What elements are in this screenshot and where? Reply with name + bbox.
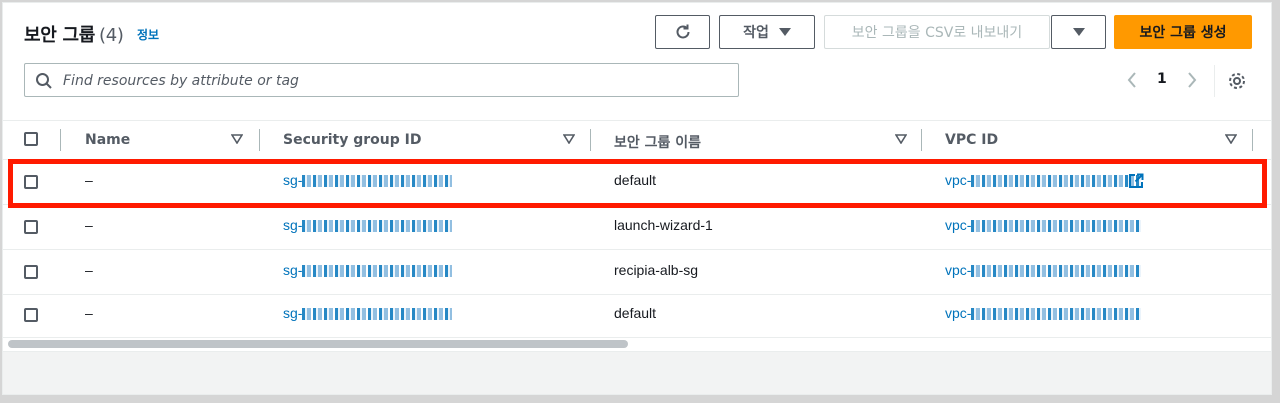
column-header-sg-name[interactable]: 보안 그룹 이름 — [614, 132, 701, 152]
redacted-id — [302, 220, 453, 233]
sort-icon[interactable] — [231, 134, 243, 144]
export-dropdown-button[interactable] — [1051, 15, 1106, 49]
sort-icon[interactable] — [563, 134, 575, 144]
column-header-name[interactable]: Name — [85, 132, 130, 148]
actions-label: 작업 — [743, 25, 769, 41]
vpc-id-prefix: vpc- — [945, 305, 972, 321]
row-checkbox[interactable] — [24, 308, 38, 322]
redacted-id — [971, 220, 1142, 233]
sg-id-prefix: sg- — [283, 305, 303, 321]
footer-area — [3, 351, 1271, 394]
column-divider — [921, 129, 922, 151]
table-row[interactable]: – sg- launch-wizard-1 vpc- — [3, 205, 1271, 250]
title-text: 보안 그룹 — [24, 25, 96, 46]
row-checkbox[interactable] — [24, 220, 38, 234]
security-group-name: launch-wizard-1 — [614, 217, 713, 233]
table-row[interactable]: – sg- recipia-alb-sg vpc- — [3, 250, 1271, 295]
vpc-id-prefix: vpc- — [945, 217, 972, 233]
row-checkbox[interactable] — [24, 265, 38, 279]
security-group-name: recipia-alb-sg — [614, 262, 699, 278]
create-label: 보안 그룹 생성 — [1139, 25, 1227, 41]
sg-id-prefix: sg- — [283, 217, 303, 233]
redacted-id — [302, 265, 453, 278]
actions-button[interactable]: 작업 — [719, 15, 815, 49]
column-divider — [1252, 129, 1253, 151]
info-link[interactable]: 정보 — [137, 26, 159, 43]
column-divider — [259, 129, 260, 151]
divider — [1214, 65, 1215, 97]
name-cell: – — [85, 262, 93, 278]
sort-icon[interactable] — [1225, 134, 1237, 144]
page-number[interactable]: 1 — [1157, 71, 1167, 87]
search-icon — [36, 73, 52, 89]
name-cell: – — [85, 305, 93, 321]
column-divider — [590, 129, 591, 151]
export-label: 보안 그룹을 CSV로 내보내기 — [851, 25, 1023, 41]
refresh-button[interactable] — [655, 15, 710, 49]
sort-icon[interactable] — [895, 134, 907, 144]
table-row[interactable]: – sg- default vpc- — [3, 293, 1271, 338]
search-input[interactable] — [61, 65, 725, 97]
chevron-right-icon[interactable] — [1186, 71, 1198, 92]
chevron-left-icon[interactable] — [1126, 71, 1138, 92]
sg-id-prefix: sg- — [283, 262, 303, 278]
search-box[interactable] — [24, 63, 739, 97]
export-csv-button[interactable]: 보안 그룹을 CSV로 내보내기 — [824, 15, 1050, 49]
table-header: Name Security group ID 보안 그룹 이름 VPC ID — [3, 120, 1271, 160]
gear-icon[interactable] — [1227, 71, 1247, 96]
vpc-id-link[interactable]: vpc- — [945, 305, 1142, 321]
highlight-box — [8, 159, 1267, 208]
column-header-sg-id[interactable]: Security group ID — [283, 132, 421, 148]
security-group-id-link[interactable]: sg- — [283, 262, 453, 278]
name-cell: – — [85, 217, 93, 233]
select-all-checkbox[interactable] — [24, 132, 38, 146]
vpc-id-prefix: vpc- — [945, 262, 972, 278]
vpc-id-link[interactable]: vpc- — [945, 262, 1142, 278]
page-title: 보안 그룹 (4) — [24, 21, 124, 47]
column-divider — [60, 129, 61, 151]
horizontal-scrollbar[interactable] — [8, 340, 628, 348]
security-group-id-link[interactable]: sg- — [283, 305, 453, 321]
item-count: (4) — [99, 25, 124, 46]
caret-down-icon — [1072, 28, 1085, 36]
redacted-id — [971, 308, 1142, 321]
security-group-name: default — [614, 305, 657, 321]
create-security-group-button[interactable]: 보안 그룹 생성 — [1114, 15, 1252, 49]
security-groups-panel: 보안 그룹 (4) 정보 작업 보안 그룹을 CSV로 내보내기 보안 그룹 생성… — [2, 2, 1272, 395]
refresh-icon — [676, 24, 689, 39]
column-header-vpc-id[interactable]: VPC ID — [945, 132, 998, 148]
redacted-id — [302, 308, 453, 321]
caret-down-icon — [778, 28, 791, 36]
redacted-id — [971, 265, 1142, 278]
vpc-id-link[interactable]: vpc- — [945, 217, 1142, 233]
security-group-id-link[interactable]: sg- — [283, 217, 453, 233]
